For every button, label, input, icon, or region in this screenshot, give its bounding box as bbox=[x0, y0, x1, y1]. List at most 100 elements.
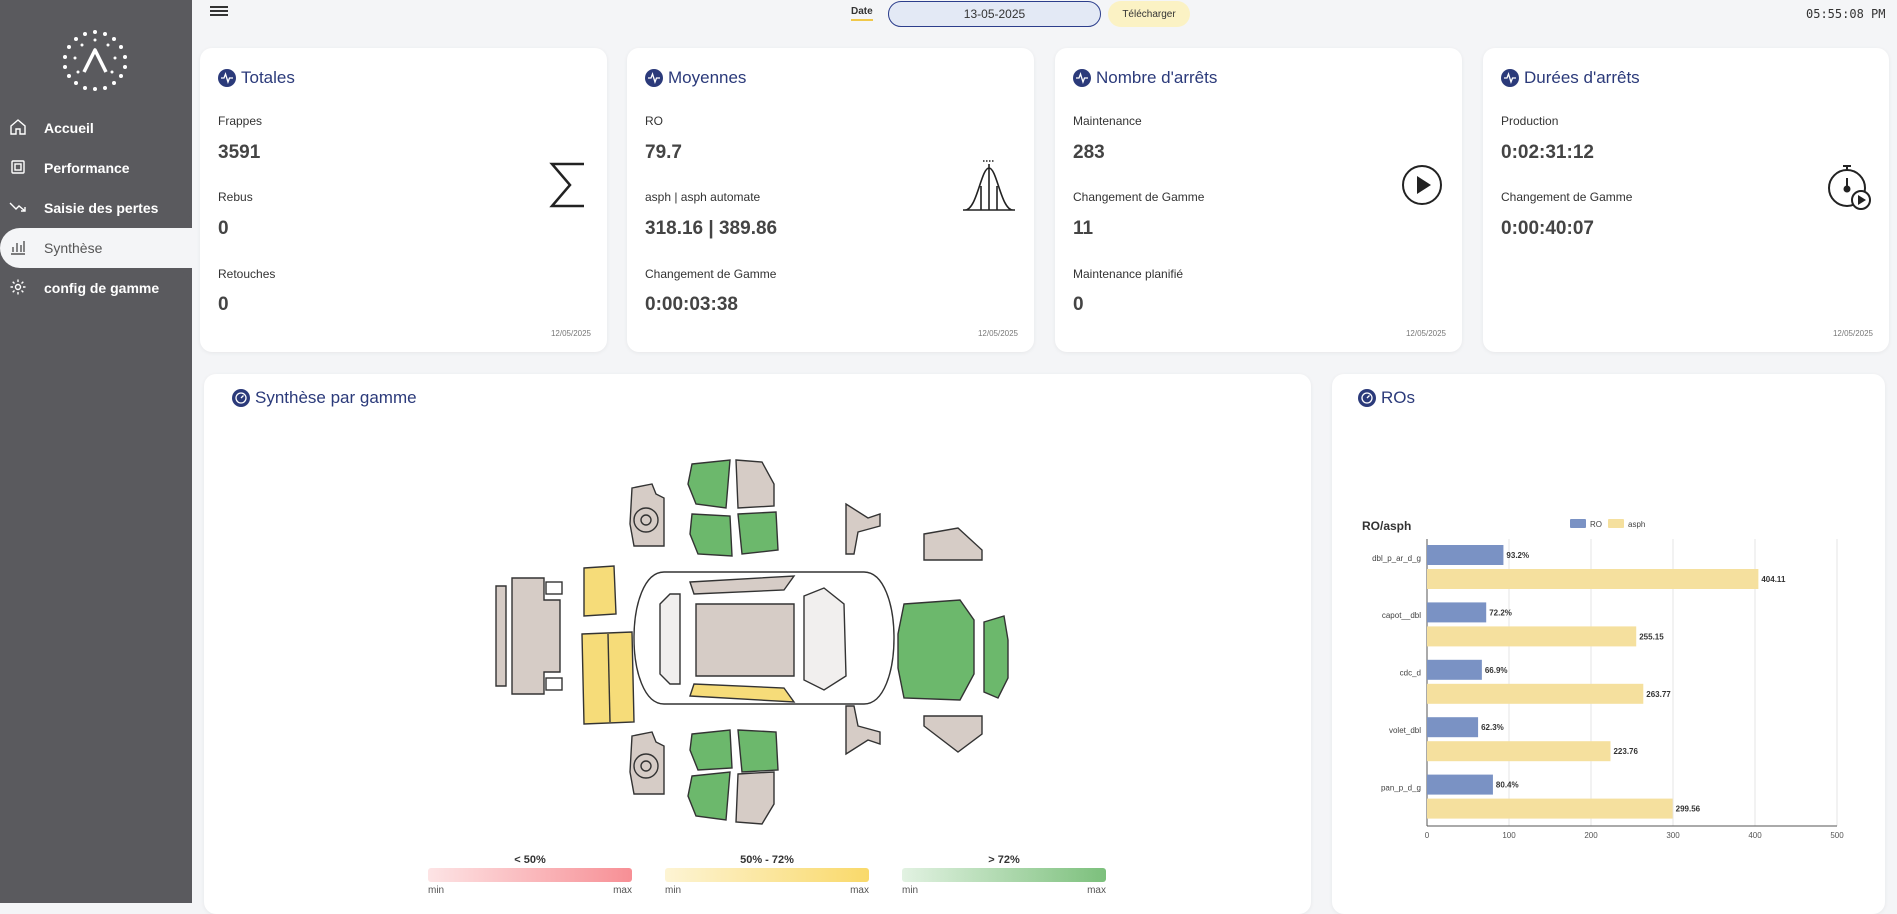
part-front-panel[interactable] bbox=[983, 615, 1009, 699]
card-ros: ROs RO/asph RO asph 0 100 200 300 400 500 dbl_p_a… bbox=[1332, 374, 1885, 914]
stat-value: 11 bbox=[1073, 218, 1094, 239]
home-icon bbox=[10, 119, 26, 135]
bar bbox=[1427, 659, 1482, 680]
part-hood[interactable] bbox=[897, 599, 975, 701]
sidebar-nav: Accueil Performance Saisie des pertes Sy… bbox=[0, 108, 192, 308]
part-fender-top-right[interactable] bbox=[845, 502, 881, 555]
stat-value: 0 bbox=[1073, 294, 1084, 315]
data-label: 72.2% bbox=[1489, 608, 1512, 617]
part-fender-bottom-right[interactable] bbox=[845, 705, 881, 756]
card-title: ROs bbox=[1358, 388, 1415, 408]
play-icon bbox=[1402, 165, 1442, 205]
part-trunk-lid[interactable] bbox=[583, 565, 617, 617]
bar bbox=[1427, 683, 1644, 704]
y-tick-label: capot__dbl bbox=[1382, 611, 1421, 620]
stat-value: 0:00:40:07 bbox=[1501, 218, 1594, 239]
stat-label: Changement de Gamme bbox=[645, 267, 777, 281]
date-label: Date bbox=[851, 6, 873, 21]
download-button[interactable]: Télécharger bbox=[1108, 1, 1190, 27]
card-durees-arrets: Durées d'arrêts Production 0:02:31:12 Ch… bbox=[1483, 48, 1889, 352]
sigma-icon bbox=[549, 162, 584, 208]
sidebar-item-config-de-gamme[interactable]: config de gamme bbox=[0, 268, 192, 308]
trend-down-icon bbox=[9, 202, 26, 212]
card-date: 12/05/2025 bbox=[550, 329, 591, 338]
part-arch-top-right[interactable] bbox=[923, 527, 983, 561]
sidebar-item-accueil[interactable]: Accueil bbox=[0, 108, 192, 148]
stat-label: Changement de Gamme bbox=[1073, 190, 1205, 204]
legend-swatch bbox=[1570, 519, 1586, 528]
y-tick-label: cdc_d bbox=[1400, 669, 1421, 678]
bar bbox=[1427, 569, 1759, 589]
legend-max: max bbox=[613, 885, 632, 896]
card-title: Synthèse par gamme bbox=[232, 388, 417, 408]
app-logo bbox=[63, 30, 127, 91]
stat-value: 0 bbox=[218, 218, 229, 239]
gauge-icon bbox=[1358, 389, 1376, 407]
legend-title: < 50% bbox=[514, 854, 546, 866]
sidebar-item-label: Accueil bbox=[44, 120, 94, 136]
x-tick-label: 0 bbox=[1425, 831, 1430, 840]
stat-value: 0:02:31:12 bbox=[1501, 142, 1594, 163]
part-door-top-1[interactable] bbox=[687, 459, 731, 509]
bell-curve-icon bbox=[963, 160, 1015, 211]
part-arch-bottom-right[interactable] bbox=[923, 715, 983, 753]
x-tick-label: 400 bbox=[1748, 831, 1762, 840]
part-door-bottom-2[interactable] bbox=[737, 729, 779, 773]
card-date: 12/05/2025 bbox=[1405, 329, 1446, 338]
part-door-bottom-3[interactable] bbox=[687, 771, 731, 821]
stat-value: 3591 bbox=[218, 142, 261, 163]
y-tick-label: pan_p_d_g bbox=[1381, 783, 1421, 792]
stat-label: asph | asph automate bbox=[645, 190, 761, 204]
card-date: 12/05/2025 bbox=[1832, 329, 1873, 338]
stat-label: Production bbox=[1501, 114, 1559, 128]
clock: 05:55:08 PM bbox=[1806, 7, 1886, 21]
legend-max: max bbox=[1087, 885, 1106, 896]
data-label: 93.2% bbox=[1506, 551, 1529, 560]
gauge-icon bbox=[232, 389, 250, 407]
data-label: 263.77 bbox=[1646, 690, 1671, 699]
legend-gradient-bar bbox=[902, 868, 1106, 882]
sidebar-item-label: Performance bbox=[44, 160, 130, 176]
bar bbox=[1427, 798, 1673, 819]
sidebar-item-saisie-des-pertes[interactable]: Saisie des pertes bbox=[0, 188, 192, 228]
part-rear-bumper[interactable] bbox=[495, 577, 563, 695]
data-label: 299.56 bbox=[1676, 805, 1701, 814]
sidebar-item-performance[interactable]: Performance bbox=[0, 148, 192, 188]
stat-value: 79.7 bbox=[645, 142, 682, 163]
sidebar-item-label: Synthèse bbox=[44, 240, 103, 256]
card-title: Moyennes bbox=[645, 68, 746, 88]
stat-label: RO bbox=[645, 114, 663, 128]
part-door-top-2[interactable] bbox=[735, 459, 775, 509]
data-label: 255.15 bbox=[1639, 632, 1664, 641]
part-door-bottom-1[interactable] bbox=[689, 729, 733, 771]
part-door-bottom-4[interactable] bbox=[735, 771, 775, 825]
part-fender-bottom-left[interactable] bbox=[629, 731, 665, 795]
legend-min: min bbox=[665, 885, 682, 896]
sidebar-item-synthese[interactable]: Synthèse bbox=[0, 228, 192, 268]
part-car-body[interactable] bbox=[633, 571, 895, 705]
stat-value: 283 bbox=[1073, 142, 1105, 163]
stat-label: Frappes bbox=[218, 114, 263, 128]
x-tick-label: 300 bbox=[1666, 831, 1680, 840]
part-fender-top-left[interactable] bbox=[629, 483, 665, 547]
bar bbox=[1427, 717, 1479, 738]
stat-label: Changement de Gamme bbox=[1501, 190, 1633, 204]
hamburger-menu-icon[interactable] bbox=[210, 4, 228, 20]
date-input[interactable] bbox=[888, 1, 1101, 27]
legend-min: min bbox=[428, 885, 445, 896]
part-door-top-3[interactable] bbox=[689, 513, 733, 557]
gear-icon bbox=[10, 279, 26, 295]
stat-value: 0 bbox=[218, 294, 229, 315]
sidebar-item-label: Saisie des pertes bbox=[44, 200, 159, 216]
data-label: 404.11 bbox=[1761, 575, 1786, 584]
stat-label: Maintenance bbox=[1073, 114, 1142, 128]
part-trunk-panel[interactable] bbox=[581, 631, 635, 725]
car-parts-diagram bbox=[495, 459, 1009, 825]
part-door-top-4[interactable] bbox=[737, 511, 779, 555]
stat-label: Rebus bbox=[218, 190, 253, 204]
card-date: 12/05/2025 bbox=[977, 329, 1018, 338]
legend-label: RO bbox=[1590, 520, 1602, 529]
legend-title: 50% - 72% bbox=[740, 854, 794, 866]
bar bbox=[1427, 602, 1487, 623]
legend-low: < 50% min max bbox=[428, 854, 632, 896]
